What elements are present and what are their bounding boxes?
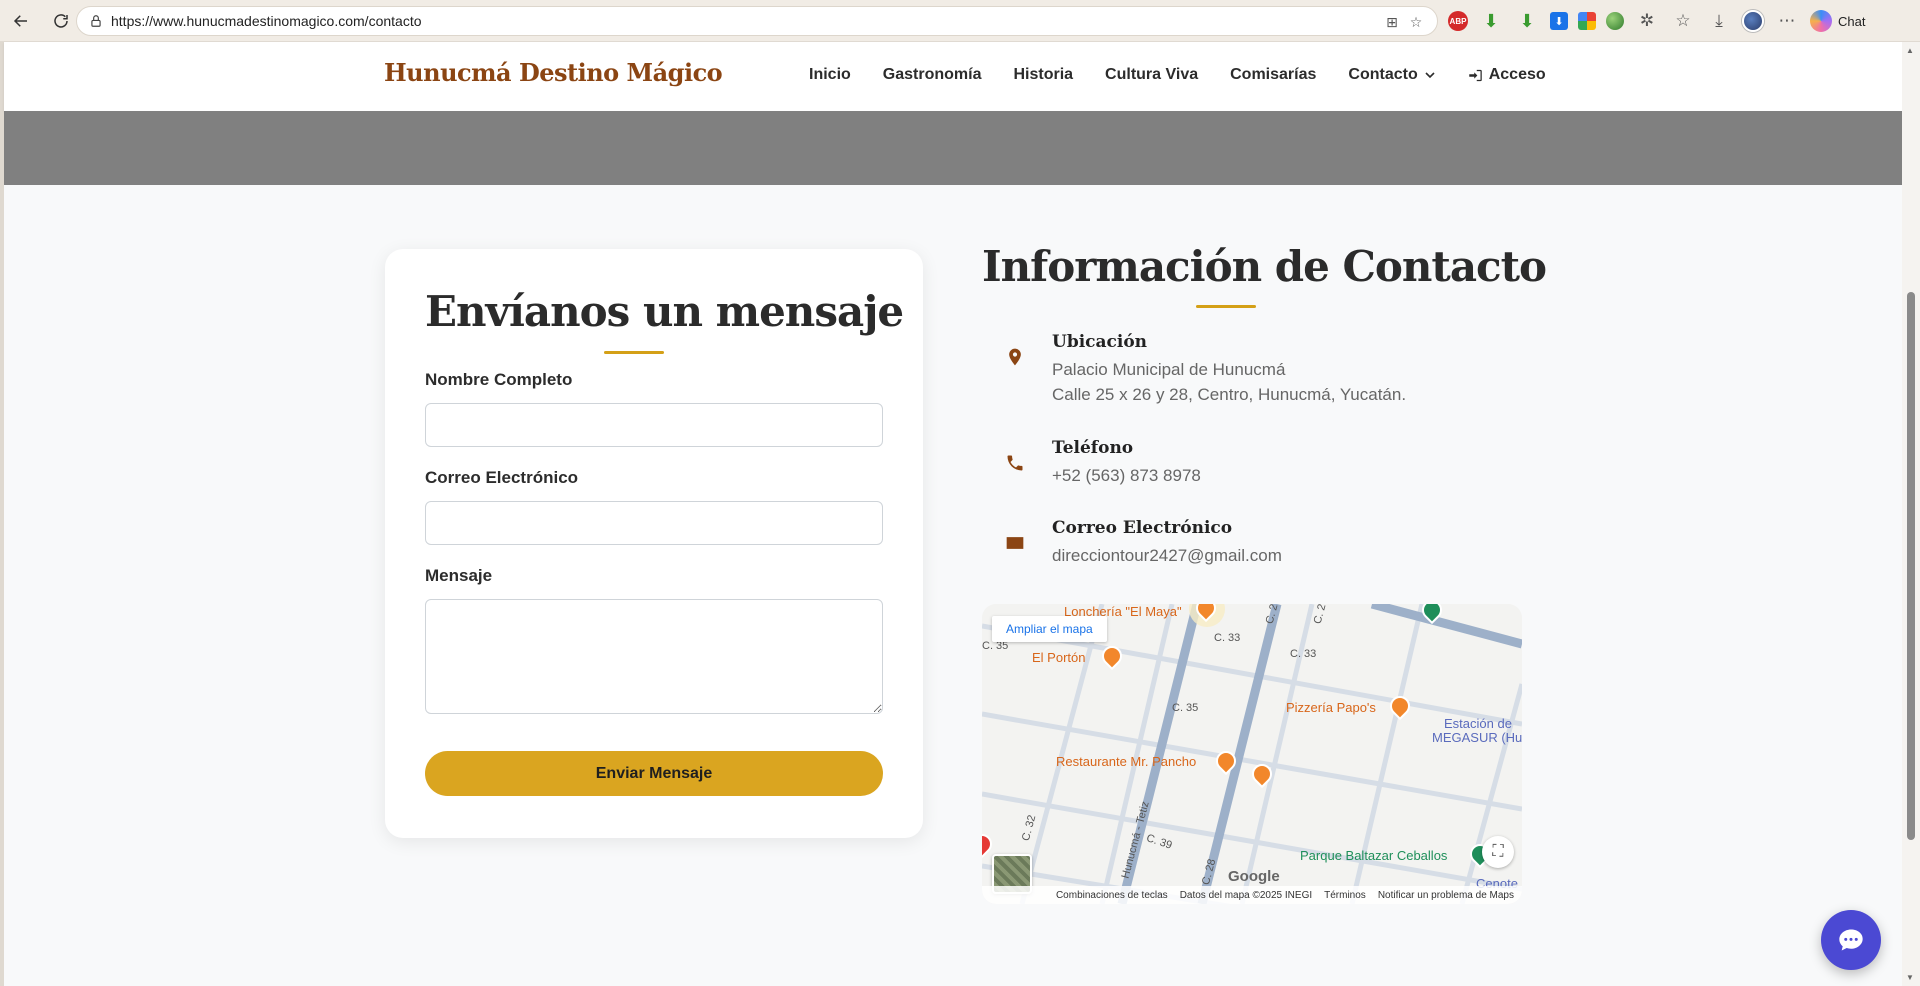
back-button[interactable] xyxy=(2,5,40,37)
contact-location: Ubicación Palacio Municipal de Hunucmá C… xyxy=(982,332,1406,407)
contact-info-title: Información de Contacto xyxy=(982,242,1547,291)
favorites-icon[interactable]: ☆ xyxy=(1670,8,1696,34)
form-title: Envíanos un mensaje xyxy=(425,287,904,336)
name-input[interactable] xyxy=(425,403,883,447)
google-map-embed[interactable]: Lonchería "El Maya" El Portón Pizzería P… xyxy=(982,604,1522,904)
enlarge-map-link[interactable]: Ampliar el mapa xyxy=(992,616,1107,642)
lock-icon xyxy=(91,15,101,27)
site-brand[interactable]: Hunucmá Destino Mágico xyxy=(384,58,723,87)
poi-el-porton[interactable]: El Portón xyxy=(1032,650,1085,665)
sign-in-icon xyxy=(1468,69,1482,81)
contact-form-card: Envíanos un mensaje Nombre Completo Corr… xyxy=(385,249,923,838)
split-screen-icon[interactable]: ⊞ xyxy=(1383,13,1401,31)
adblock-extension-icon[interactable]: ABP xyxy=(1448,11,1468,31)
message-label: Mensaje xyxy=(425,566,493,585)
nav-contacto-label: Contacto xyxy=(1348,66,1418,83)
nav-comisarias[interactable]: Comisarías xyxy=(1230,66,1316,84)
contact-title-underline xyxy=(1196,305,1256,308)
chevron-down-icon xyxy=(1425,72,1435,79)
site-navbar: Hunucmá Destino Mágico Inicio Gastronomí… xyxy=(4,42,1902,111)
name-label: Nombre Completo xyxy=(425,370,573,389)
browser-toolbar: https://www.hunucmadestinomagico.com/con… xyxy=(0,0,1920,42)
envelope-icon xyxy=(990,518,1040,568)
poi-pizzeria-papos[interactable]: Pizzería Papo's xyxy=(1286,700,1376,715)
street-c33-a: C. 33 xyxy=(1214,632,1241,644)
send-message-button[interactable]: Enviar Mensaje xyxy=(425,751,883,796)
address-bar[interactable]: https://www.hunucmadestinomagico.com/con… xyxy=(76,6,1438,36)
globe-extension-icon[interactable] xyxy=(1606,12,1624,30)
poi-parque-baltazar-ceballos[interactable]: Parque Baltazar Ceballos xyxy=(1300,848,1447,863)
green-download-extension-icon[interactable]: ⬇ xyxy=(1478,8,1504,34)
contact-phone: Teléfono +52 (563) 873 8978 xyxy=(982,438,1201,488)
message-textarea[interactable] xyxy=(425,599,883,714)
copilot-chat-button[interactable]: Chat xyxy=(1810,10,1865,32)
map-marker-icon xyxy=(990,332,1040,382)
phone-title: Teléfono xyxy=(1052,438,1134,458)
nav-gastronomia[interactable]: Gastronomía xyxy=(883,66,982,84)
map-report-problem[interactable]: Notificar un problema de Maps xyxy=(1378,890,1514,901)
color-extension-icon[interactable] xyxy=(1578,12,1596,30)
poi-estacion-line-1[interactable]: Estación de xyxy=(1444,716,1512,731)
form-title-underline xyxy=(604,351,664,354)
email-title: Correo Electrónico xyxy=(1052,518,1233,538)
poi-restaurante-mr-pancho[interactable]: Restaurante Mr. Pancho xyxy=(1056,754,1196,769)
street-c35-b: C. 35 xyxy=(1172,702,1199,714)
email-label: Correo Electrónico xyxy=(425,468,579,487)
nav-acceso-label: Acceso xyxy=(1488,66,1546,83)
nav-contacto-dropdown[interactable]: Contacto xyxy=(1348,66,1435,84)
favorite-star-icon[interactable]: ☆ xyxy=(1407,13,1425,31)
page-scrollbar[interactable]: ▲ ▼ xyxy=(1902,42,1920,986)
chat-widget-button[interactable] xyxy=(1821,910,1881,970)
email-input[interactable] xyxy=(425,501,883,545)
scroll-down-arrow-icon[interactable]: ▼ xyxy=(1906,973,1914,982)
more-menu-icon[interactable]: ⋯ xyxy=(1774,8,1800,34)
phone-value[interactable]: +52 (563) 873 8978 xyxy=(1052,463,1201,488)
scrollbar-thumb[interactable] xyxy=(1907,292,1915,840)
contact-email: Correo Electrónico direcciontour2427@gma… xyxy=(982,518,1282,568)
url-text: https://www.hunucmadestinomagico.com/con… xyxy=(111,13,422,29)
nav-inicio[interactable]: Inicio xyxy=(809,66,851,84)
nav-acceso[interactable]: Acceso xyxy=(1468,66,1546,84)
back-arrow-icon xyxy=(13,14,27,27)
google-logo: Google xyxy=(1228,868,1280,885)
profile-avatar[interactable] xyxy=(1742,10,1764,32)
main-menu: Inicio Gastronomía Historia Cultura Viva… xyxy=(809,66,1546,84)
poi-estacion-line-2[interactable]: MEGASUR (Hu xyxy=(1432,730,1522,745)
location-title: Ubicación xyxy=(1052,332,1148,352)
map-terms[interactable]: Términos xyxy=(1324,890,1366,901)
reload-icon xyxy=(54,13,68,28)
scroll-up-arrow-icon[interactable]: ▲ xyxy=(1906,46,1914,55)
location-line-1: Palacio Municipal de Hunucmá xyxy=(1052,360,1286,379)
street-c33-b: C. 33 xyxy=(1290,648,1317,660)
fullscreen-icon[interactable]: ⛶ xyxy=(1482,836,1514,868)
page-viewport: Hunucmá Destino Mágico Inicio Gastronomí… xyxy=(0,42,1920,986)
map-data-credit: Datos del mapa ©2025 INEGI xyxy=(1179,889,1313,901)
map-footer: Combinaciones de teclas Datos del mapa ©… xyxy=(982,886,1522,904)
chat-bubble-icon xyxy=(1839,929,1863,951)
chat-label: Chat xyxy=(1838,13,1866,29)
phone-icon xyxy=(990,438,1040,488)
location-line-2: Calle 25 x 26 y 28, Centro, Hunucmá, Yuc… xyxy=(1052,385,1407,404)
extensions-puzzle-icon[interactable]: ✲ xyxy=(1634,8,1660,34)
copilot-logo-icon xyxy=(1810,10,1832,32)
hero-banner xyxy=(4,111,1902,185)
reload-button[interactable] xyxy=(42,5,80,37)
downloads-icon[interactable]: ⤓ xyxy=(1706,8,1732,34)
nav-historia[interactable]: Historia xyxy=(1013,66,1073,84)
map-keyboard-shortcuts[interactable]: Combinaciones de teclas xyxy=(1056,890,1168,901)
nav-cultura-viva[interactable]: Cultura Viva xyxy=(1105,66,1198,84)
download-manager-extension-icon[interactable]: ⬇ xyxy=(1550,12,1568,30)
arrow-extension-icon[interactable]: ⬇ xyxy=(1514,8,1540,34)
email-value[interactable]: direcciontour2427@gmail.com xyxy=(1052,543,1282,568)
